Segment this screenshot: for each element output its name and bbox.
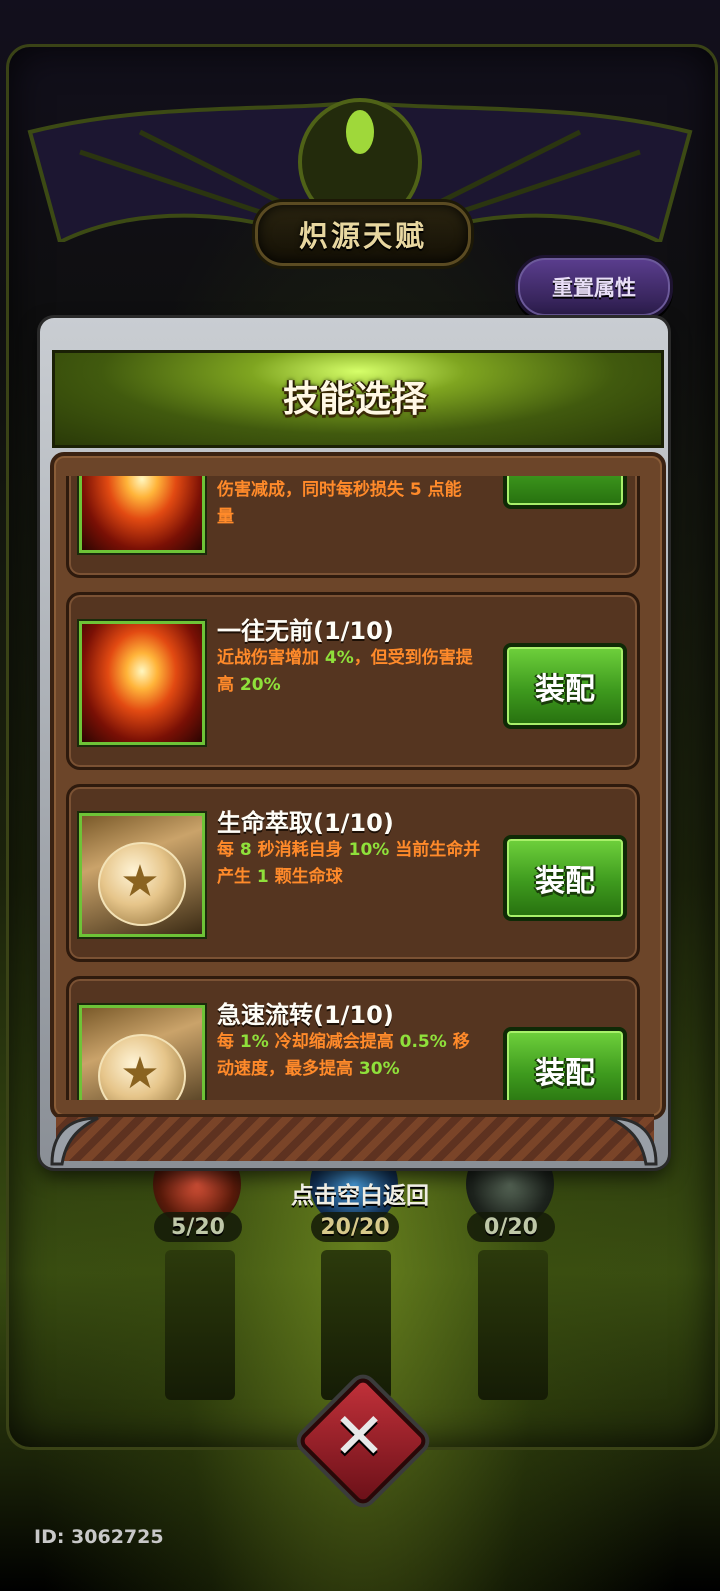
fire-burst-icon — [82, 624, 202, 742]
skill-desc-segment: 8 — [239, 840, 252, 860]
skill-name: 一往无前(1/10) — [217, 617, 394, 645]
equip-button-label: 装配 — [535, 672, 595, 707]
equip-button-label: 装配 — [535, 864, 595, 899]
equip-button-label: 装配 — [535, 1056, 595, 1091]
skill-icon-frame: ★ — [79, 1005, 205, 1100]
fire-burst-icon — [82, 476, 202, 550]
equip-button[interactable]: 装配 — [503, 1027, 627, 1100]
skill-icon-frame — [79, 621, 205, 745]
skill-desc-segment: 颗生命球 — [268, 867, 343, 887]
skill-list: 伤害减成，同时每秒损失 5 点能 量 一往无前(1/10) 近战伤害增加 4%，但… — [66, 476, 644, 1100]
equip-button[interactable]: 装配 — [503, 643, 627, 729]
skill-desc-segment: 每 — [217, 840, 240, 860]
equip-button[interactable]: 装配 — [503, 835, 627, 921]
skill-icon-partial — [79, 476, 205, 553]
skill-desc-segment: 30% — [358, 1059, 400, 1079]
skill-desc-segment: 每 — [217, 1032, 240, 1052]
partial-desc-line1: 伤害减成，同时每秒损失 5 点能 — [217, 480, 462, 500]
talent-pillar-left — [165, 1250, 235, 1400]
close-icon: ✕ — [332, 1400, 386, 1474]
skill-name: 急速流转(1/10) — [217, 1001, 394, 1029]
reset-attributes-button[interactable]: 重置属性 — [515, 255, 673, 319]
skill-card: ★ 急速流转(1/10) 每 1% 冷却缩减会提高 0.5% 移动速度，最多提高 3… — [66, 976, 640, 1100]
skill-card: ★ 生命萃取(1/10) 每 8 秒消耗自身 10% 当前生命并产生 1 颗生命球装… — [66, 784, 640, 962]
corner-ornament-right — [609, 1116, 658, 1166]
star-orb-icon: ★ — [82, 816, 202, 934]
skill-desc-segment: 秒消耗自身 — [251, 840, 349, 860]
skill-list-scroll[interactable]: 伤害减成，同时每秒损失 5 点能 量 一往无前(1/10) 近战伤害增加 4%，但… — [66, 476, 644, 1100]
skill-card: 一往无前(1/10) 近战伤害增加 4%，但受到伤害提高 20% 装配 — [66, 592, 640, 770]
star-icon: ★ — [120, 1047, 160, 1099]
skill-desc-segment: 1 — [256, 867, 269, 887]
partial-desc-line2: 量 — [217, 507, 234, 527]
user-id-label: ID: 3062725 — [34, 1526, 164, 1548]
talent-title-plaque: 炽源天赋 — [255, 202, 471, 266]
star-orb-icon: ★ — [82, 1008, 202, 1100]
modal-title: 技能选择 — [282, 379, 427, 420]
skill-description: 每 8 秒消耗自身 10% 当前生命并产生 1 颗生命球 — [217, 837, 485, 891]
tap-to-return-hint[interactable]: 点击空白返回 — [0, 1176, 720, 1210]
page-title: 炽源天赋 — [298, 219, 427, 253]
skill-name: 生命萃取(1/10) — [217, 809, 394, 837]
talent-counter-water: 20/20 — [311, 1212, 399, 1242]
skill-desc-segment: 10% — [348, 840, 390, 860]
skill-icon-frame: ★ — [79, 813, 205, 937]
corner-ornament-left — [50, 1116, 99, 1166]
skill-desc-segment: 近战伤害增加 — [217, 648, 325, 668]
skill-desc-segment: 冷却缩减会提高 — [268, 1032, 400, 1052]
skill-description: 每 1% 冷却缩减会提高 0.5% 移动速度，最多提高 30% — [217, 1029, 485, 1083]
skill-card-partial: 伤害减成，同时每秒损失 5 点能 量 — [66, 476, 640, 578]
reset-attributes-label: 重置属性 — [552, 276, 636, 300]
star-icon: ★ — [120, 855, 160, 907]
skill-desc-segment: 4% — [324, 648, 354, 668]
skill-desc-segment: 20% — [239, 675, 281, 695]
skill-desc-segment: 0.5% — [399, 1032, 447, 1052]
talent-pillar-right — [478, 1250, 548, 1400]
skill-desc-segment: 1% — [239, 1032, 269, 1052]
talent-counter-fire: 5/20 — [154, 1212, 242, 1242]
talent-counter-lightning: 0/20 — [467, 1212, 555, 1242]
talent-pillar-middle — [321, 1250, 391, 1400]
equip-button-partial[interactable] — [503, 476, 627, 509]
skill-description: 近战伤害增加 4%，但受到伤害提高 20% — [217, 645, 485, 699]
skill-desc-partial: 伤害减成，同时每秒损失 5 点能 量 — [217, 477, 485, 531]
modal-footer-pattern — [56, 1114, 654, 1161]
